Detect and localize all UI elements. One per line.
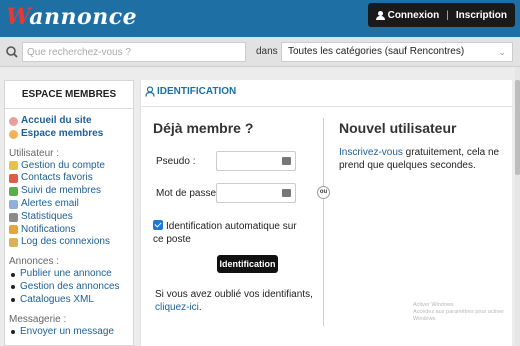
category-select[interactable]: Toutes les catégories (sauf Rencontres) … [281, 42, 513, 62]
pseudo-field[interactable] [216, 151, 296, 171]
sidebar-item-log[interactable]: Log des connexions [9, 236, 133, 249]
search-icon[interactable] [3, 43, 21, 61]
site-logo[interactable]: Wannonce [6, 4, 137, 30]
sidebar-item-send-message[interactable]: Envoyer un message [9, 326, 133, 339]
register-text: Inscrivez-vous gratuitement, cela ne pre… [339, 147, 500, 171]
stats-icon [9, 212, 18, 222]
sidebar-item-account[interactable]: Gestion du compte [9, 160, 133, 173]
sidebar: ESPACE MEMBRES Accueil du site Espace me… [4, 80, 134, 346]
identification-button[interactable]: Identification [217, 255, 278, 273]
password-label: Mot de passe : [156, 188, 222, 199]
user-icon [375, 10, 385, 20]
user-outline-icon [145, 86, 155, 97]
bell-icon [9, 225, 18, 235]
forgot-credentials: Si vous avez oublié vos identifiants, cl… [155, 289, 313, 313]
register-link[interactable]: Inscrivez-vous [339, 147, 403, 158]
identification-panel: IDENTIFICATION Déjà membre ? Pseudo : Mo… [140, 80, 513, 346]
scrollbar-thumb[interactable] [515, 80, 520, 175]
sidebar-section-user: Utilisateur : [9, 147, 60, 159]
site-header: Wannonce Connexion | Inscription [0, 0, 520, 37]
keyboard-icon [282, 157, 291, 165]
home-icon [9, 116, 18, 126]
sidebar-item-alerts[interactable]: Alertes email [9, 198, 133, 211]
bullet-icon [11, 298, 15, 303]
sidebar-item-notifications[interactable]: Notifications [9, 224, 133, 237]
bullet-icon [11, 272, 15, 277]
search-in-label: dans [256, 46, 278, 57]
password-field[interactable] [216, 183, 296, 203]
sidebar-item-follow[interactable]: Suivi de membres [9, 185, 133, 198]
connexion-link[interactable]: Connexion [388, 10, 440, 21]
log-icon [9, 238, 18, 248]
sidebar-item-favorites[interactable]: Contacts favoris [9, 172, 133, 185]
search-input[interactable] [22, 42, 246, 62]
forgot-link[interactable]: cliquez-ici [155, 302, 199, 313]
checkmark-icon [9, 187, 18, 197]
sidebar-title: ESPACE MEMBRES [5, 81, 133, 109]
sidebar-section-ads: Annonces : [9, 256, 60, 268]
pencil-icon [9, 161, 18, 171]
inscription-link[interactable]: Inscription [456, 10, 507, 21]
bullet-icon [11, 285, 15, 290]
login-title: Déjà membre ? [153, 120, 254, 136]
auto-login-label: Identification automatique sur ce poste [153, 221, 297, 245]
auth-separator: | [446, 9, 449, 21]
sidebar-item-publish[interactable]: Publier une annonce [9, 268, 133, 281]
search-bar: dans Toutes les catégories (sauf Rencont… [0, 37, 520, 67]
activation-watermark: Activer Windows Accédez aux paramètres p… [413, 302, 505, 322]
chevron-down-icon: ⌄ [498, 47, 506, 57]
bullet-icon [11, 329, 15, 334]
section-title: IDENTIFICATION [145, 86, 236, 97]
new-user-title: Nouvel utilisateur [339, 120, 457, 136]
sidebar-section-messages: Messagerie : [9, 313, 67, 325]
sidebar-item-home[interactable]: Accueil du site [9, 115, 133, 128]
email-icon [9, 199, 18, 209]
keyboard-icon [282, 189, 291, 197]
or-badge: ou [317, 186, 330, 199]
sidebar-item-manage-ads[interactable]: Gestion des annonces [9, 281, 133, 294]
member-icon [9, 129, 18, 139]
auth-bar: Connexion | Inscription [367, 3, 515, 27]
favorite-contacts-icon [9, 174, 18, 184]
sidebar-item-xml[interactable]: Catalogues XML [9, 294, 133, 307]
category-select-value: Toutes les catégories (sauf Rencontres) [288, 46, 465, 57]
sidebar-item-stats[interactable]: Statistiques [9, 211, 133, 224]
column-divider [323, 118, 324, 326]
pseudo-label: Pseudo : [156, 156, 196, 167]
divider [141, 106, 513, 107]
sidebar-item-members[interactable]: Espace membres [9, 128, 133, 141]
